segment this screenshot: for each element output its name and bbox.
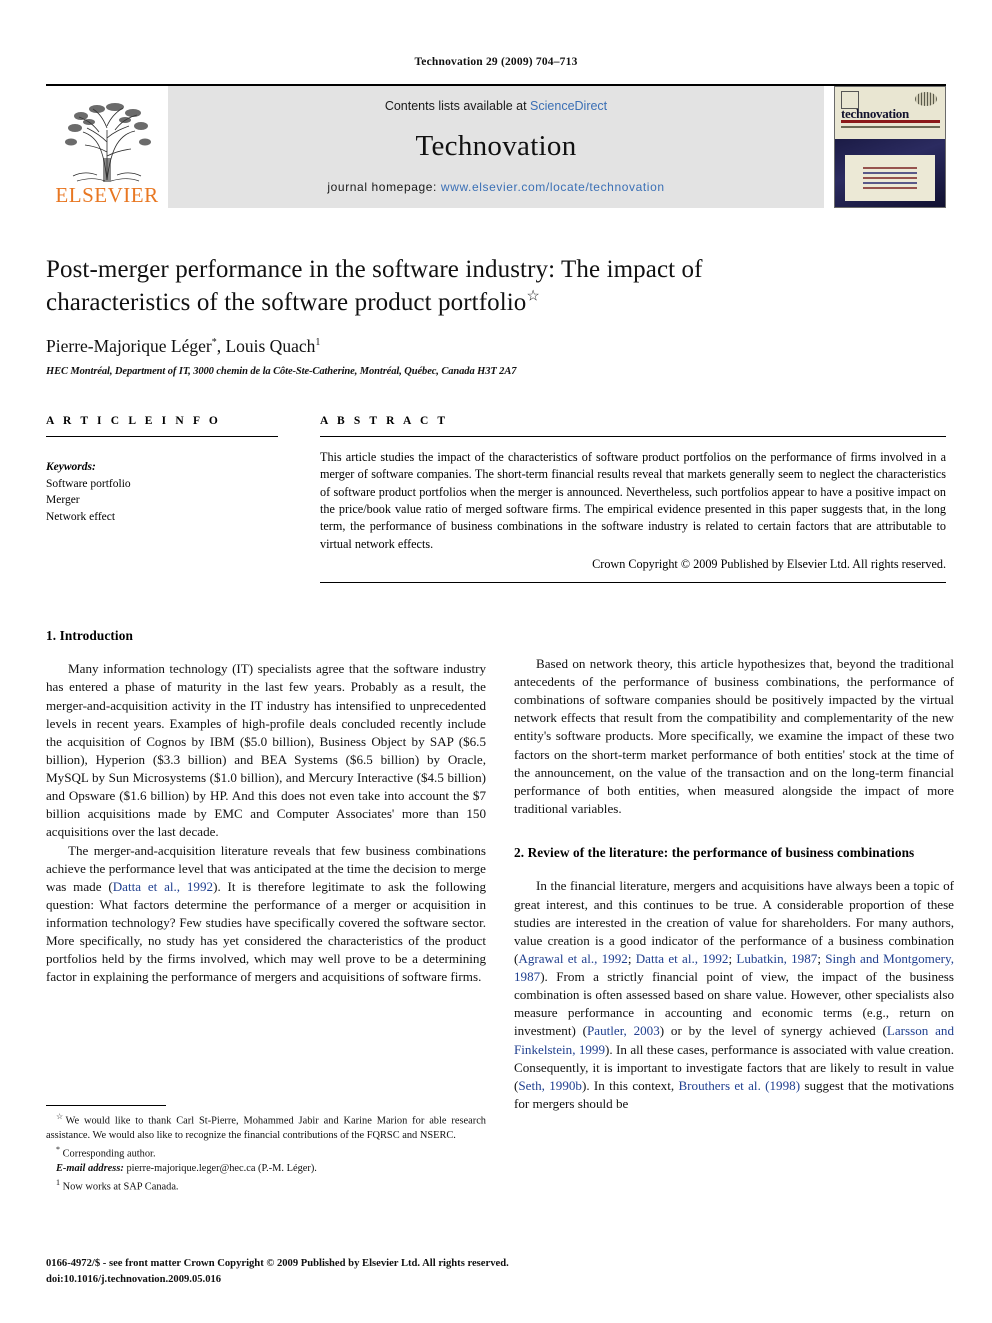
elsevier-tree-icon xyxy=(59,102,155,184)
info-abstract-row: A R T I C L E I N F O Keywords: Software… xyxy=(46,415,946,583)
section-heading-introduction: 1. Introduction xyxy=(46,627,133,643)
citation-lubatkin-1987[interactable]: Lubatkin, 1987 xyxy=(736,951,817,966)
keyword-item: Software portfolio xyxy=(46,477,131,490)
email-address-link[interactable]: pierre-majorique.leger@hec.ca (P.-M. Lég… xyxy=(126,1163,316,1174)
issn-copyright-line: 0166-4972/$ - see front matter Crown Cop… xyxy=(46,1258,509,1270)
keywords-block: Keywords: Software portfolio Merger Netw… xyxy=(46,459,278,526)
sciencedirect-link[interactable]: ScienceDirect xyxy=(530,99,607,113)
elsevier-wordmark: ELSEVIER xyxy=(55,183,159,207)
left-column: 1. Introduction Many information technol… xyxy=(46,627,486,1192)
right-paragraph-1: Based on network theory, this article hy… xyxy=(514,655,954,816)
author-list: Pierre-Majorique Léger*, Louis Quach1 xyxy=(46,336,946,357)
journal-masthead: ELSEVIER Contents lists available at Sci… xyxy=(46,84,946,208)
title-block: Post-merger performance in the software … xyxy=(46,254,946,377)
cover-subtitle-bar-2 xyxy=(841,126,940,128)
masthead-center: Contents lists available at ScienceDirec… xyxy=(168,86,824,208)
intro-paragraph-2: The merger-and-acquisition literature re… xyxy=(46,842,486,987)
citation-datta-1992-b[interactable]: Datta et al., 1992 xyxy=(636,951,729,966)
intro-p2-part-b: ). It is therefore legitimate to ask the… xyxy=(46,878,486,985)
running-head: Technovation 29 (2009) 704–713 xyxy=(414,56,578,68)
page-footer: 0166-4972/$ - see front matter Crown Cop… xyxy=(46,1256,946,1287)
journal-title: Technovation xyxy=(415,130,577,162)
keyword-item: Network effect xyxy=(46,511,116,524)
title-line-1: Post-merger performance in the software … xyxy=(46,256,703,283)
contents-prefix: Contents lists available at xyxy=(384,99,531,113)
author-2-marker[interactable]: 1 xyxy=(315,337,320,348)
journal-homepage-line: journal homepage: www.elsevier.com/locat… xyxy=(327,180,664,194)
cover-subtitle-bar xyxy=(841,120,940,123)
journal-homepage-link[interactable]: www.elsevier.com/locate/technovation xyxy=(441,180,665,194)
footnote-corresponding-text: Corresponding author. xyxy=(62,1148,156,1160)
citation-seth-1990b[interactable]: Seth, 1990b xyxy=(518,1078,582,1093)
column-top-spacer xyxy=(514,627,954,655)
footnote-divider xyxy=(46,1104,166,1106)
elsevier-logo: ELSEVIER xyxy=(46,86,168,208)
article-info-heading: A R T I C L E I N F O xyxy=(46,415,221,427)
review-p1-part-e: ). In this context, xyxy=(581,1077,679,1093)
section-heading-review: 2. Review of the literature: the perform… xyxy=(514,845,915,861)
contents-lists-line: Contents lists available at ScienceDirec… xyxy=(385,99,607,113)
footnotes-block: ☆We would like to thank Carl St-Pierre, … xyxy=(46,1104,486,1195)
intro-paragraph-1: Many information technology (IT) special… xyxy=(46,661,486,840)
author-2[interactable]: Louis Quach xyxy=(225,336,315,356)
doi-line[interactable]: doi:10.1016/j.technovation.2009.05.016 xyxy=(46,1272,946,1287)
homepage-prefix: journal homepage: xyxy=(327,180,441,194)
article-page: Technovation 29 (2009) 704–713 ELSEVIER … xyxy=(0,0,992,1323)
page-title: Post-merger performance in the software … xyxy=(46,254,946,319)
citation-brouthers-1998[interactable]: Brouthers et al. (1998) xyxy=(678,1078,800,1093)
keywords-heading: Keywords: xyxy=(46,461,96,473)
body-columns: 1. Introduction Many information technol… xyxy=(46,627,954,1192)
citation-pautler-2003[interactable]: Pautler, 2003 xyxy=(587,1023,660,1038)
footnote-1-marker-icon: 1 xyxy=(56,1177,60,1187)
footnote-acknowledgement: ☆We would like to thank Carl St-Pierre, … xyxy=(46,1111,486,1144)
abstract-copyright: Crown Copyright © 2009 Published by Else… xyxy=(592,556,946,571)
abstract-text: This article studies the impact of the c… xyxy=(320,450,946,551)
abstract-rule xyxy=(320,436,946,437)
abstract-column: A B S T R A C T This article studies the… xyxy=(320,415,946,583)
affiliation: HEC Montréal, Department of IT, 3000 che… xyxy=(46,366,517,377)
title-line-2: characteristics of the software product … xyxy=(46,288,527,316)
cover-panel-lines xyxy=(855,155,925,201)
article-info-rule xyxy=(46,436,278,437)
footnote-note-1: 1 Now works at SAP Canada. xyxy=(46,1177,486,1195)
article-info-column: A R T I C L E I N F O Keywords: Software… xyxy=(46,415,278,583)
footnote-note-1-text: Now works at SAP Canada. xyxy=(62,1181,179,1193)
review-paragraph-1: In the financial literature, mergers and… xyxy=(514,877,954,1113)
email-label: E-mail address: xyxy=(56,1163,124,1175)
journal-cover-thumbnail: technovation xyxy=(834,86,946,208)
footnote-acknowledgement-text: We would like to thank Carl St-Pierre, M… xyxy=(46,1115,486,1142)
abstract-heading: A B S T R A C T xyxy=(320,415,449,427)
title-footnote-marker-icon[interactable]: ☆ xyxy=(526,288,540,304)
footnote-email: E-mail address: pierre-majorique.leger@h… xyxy=(46,1162,486,1177)
review-p1-part-c: ) or by the level of synergy achieved ( xyxy=(659,1023,887,1039)
author-1[interactable]: Pierre-Majorique Léger xyxy=(46,336,212,356)
footnote-corresponding-author: * Corresponding author. xyxy=(46,1144,486,1162)
footnote-asterisk-marker-icon: * xyxy=(56,1144,60,1154)
cite-sep: ; xyxy=(627,950,636,966)
abstract-bottom-rule xyxy=(320,581,946,583)
citation-agrawal-1992[interactable]: Agrawal et al., 1992 xyxy=(518,951,627,966)
cover-globe-icon xyxy=(915,92,937,106)
citation-datta-1992[interactable]: Datta et al., 1992 xyxy=(113,879,213,894)
cover-text-panel xyxy=(845,155,935,201)
right-column: Based on network theory, this article hy… xyxy=(514,627,954,1113)
keyword-item: Merger xyxy=(46,494,80,507)
